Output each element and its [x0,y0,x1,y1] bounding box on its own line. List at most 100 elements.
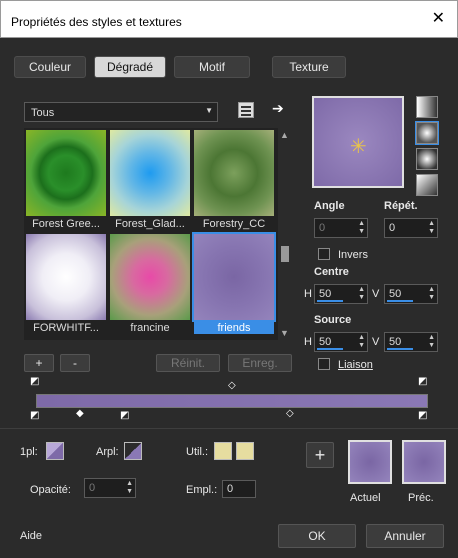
sunburst-style-icon[interactable] [416,148,438,170]
save-button[interactable]: Enreg. [228,354,292,372]
category-value: Tous [31,107,55,119]
gallery-item[interactable]: Forest_Glad... [110,130,190,230]
radial-style-icon[interactable] [416,174,438,196]
repeat-value: 0 [389,222,396,234]
remove-gradient-button[interactable]: - [60,354,90,372]
opacity-value: 0 [89,482,96,494]
spinner-arrows-icon[interactable]: ▲ ▼ [126,480,133,496]
scrollbar-thumb[interactable] [281,246,289,262]
source-v-spinner[interactable]: 50 ▲ ▼ [384,332,438,352]
center-v-label: V [372,288,380,300]
current-swatch[interactable] [348,440,392,484]
gallery-item-label: Forest_Glad... [115,218,185,230]
color-stop-icon[interactable]: ◩ [30,410,39,421]
color-midpoint-icon[interactable]: ◆ [76,408,84,419]
add-to-swatches-button[interactable]: + [306,442,334,468]
center-v-value: 50 [389,288,402,300]
angle-label: Angle [314,200,345,212]
cancel-button[interactable]: Annuler [366,524,444,548]
tab-texture[interactable]: Texture [272,56,346,78]
opacity-midpoint-icon[interactable]: ◇ [228,380,236,391]
angle-spinner[interactable]: 0 ▲ ▼ [314,218,368,238]
opacity-label: Opacité: [30,484,71,496]
gallery-item[interactable]: francine [110,234,190,334]
plus-icon: + [314,445,326,465]
source-label: Source [314,314,352,326]
gallery-scrollbar[interactable]: ▲ ▼ [278,128,292,340]
close-icon[interactable]: ✕ [432,11,445,27]
user-label: Util.: [186,446,208,458]
list-view-icon[interactable] [238,102,254,118]
bg-label: Arpl: [96,446,119,458]
angle-value: 0 [319,222,326,234]
source-v-level [387,348,413,350]
gallery-item-label: Forest Gree... [32,218,100,230]
spinner-arrows-icon[interactable]: ▲ ▼ [358,220,365,236]
location-input[interactable]: 0 [222,480,256,498]
spinner-arrows-icon[interactable]: ▲ ▼ [428,220,435,236]
source-v-label: V [372,336,380,348]
opacity-spinner[interactable]: 0 ▲ ▼ [84,478,136,498]
center-h-spinner[interactable]: 50 ▲ ▼ [314,284,368,304]
divider [0,428,458,429]
fg-swatch[interactable] [46,442,64,460]
link-label: Liaison [338,359,373,371]
title-bar: Propriétés des styles et textures ✕ [0,0,458,38]
gradient-preview[interactable]: ✳ [312,96,404,188]
window-title: Propriétés des styles et textures [11,15,182,29]
source-h-label: H [304,336,312,348]
invert-label: Invers [338,249,368,261]
ok-button[interactable]: OK [278,524,356,548]
spinner-arrows-icon[interactable]: ▲ ▼ [358,334,365,350]
center-label: Centre [314,266,349,278]
user-swatch-2[interactable] [236,442,254,460]
fg-label: 1pl: [20,446,38,458]
source-v-value: 50 [389,336,402,348]
add-gradient-button[interactable]: + [24,354,54,372]
center-h-value: 50 [319,288,332,300]
previous-swatch[interactable] [402,440,446,484]
arrow-right-icon[interactable]: ➔ [272,100,284,117]
gallery-item-label: Forestry_CC [202,218,266,230]
color-stop-icon[interactable]: ◩ [120,410,129,421]
rectangular-style-icon[interactable] [415,121,439,145]
linear-style-icon[interactable] [416,96,438,118]
gallery-item-selected[interactable]: friends [192,232,276,334]
gallery-item[interactable]: Forest Gree... [26,130,106,230]
center-v-level [387,300,413,302]
location-value: 0 [227,483,234,495]
gallery-item-label: francine [130,322,170,334]
gallery-item-label: FORWHITF... [33,322,99,334]
opacity-stop-icon[interactable]: ◩ [418,376,427,387]
bg-swatch[interactable] [124,442,142,460]
gradient-bar[interactable] [36,394,428,408]
source-h-level [317,348,343,350]
gallery-item[interactable]: FORWHITF... [26,234,106,334]
center-v-spinner[interactable]: 50 ▲ ▼ [384,284,438,304]
gradient-gallery: Forest Gree... Forest_Glad... Forestry_C… [24,128,292,340]
scroll-up-icon[interactable]: ▲ [280,130,289,140]
tab-couleur[interactable]: Couleur [14,56,86,78]
source-h-spinner[interactable]: 50 ▲ ▼ [314,332,368,352]
category-dropdown[interactable]: Tous ▼ [24,102,218,122]
gallery-item[interactable]: Forestry_CC [194,130,274,230]
scroll-down-icon[interactable]: ▼ [280,328,289,338]
spinner-arrows-icon[interactable]: ▲ ▼ [358,286,365,302]
spinner-arrows-icon[interactable]: ▲ ▼ [428,286,435,302]
link-checkbox[interactable] [318,358,330,370]
opacity-stop-icon[interactable]: ◩ [30,376,39,387]
help-link[interactable]: Aide [20,530,42,542]
reset-button[interactable]: Réinit. [156,354,220,372]
color-midpoint-icon[interactable]: ◇ [286,408,294,419]
center-star-icon[interactable]: ✳ [350,134,367,159]
user-swatch-1[interactable] [214,442,232,460]
center-h-label: H [304,288,312,300]
color-stop-icon[interactable]: ◩ [418,410,427,421]
tab-degrade[interactable]: Dégradé [94,56,166,78]
spinner-arrows-icon[interactable]: ▲ ▼ [428,334,435,350]
invert-checkbox[interactable] [318,248,330,260]
repeat-spinner[interactable]: 0 ▲ ▼ [384,218,438,238]
current-label: Actuel [350,492,381,504]
gallery-item-label: friends [194,322,274,334]
tab-motif[interactable]: Motif [174,56,250,78]
